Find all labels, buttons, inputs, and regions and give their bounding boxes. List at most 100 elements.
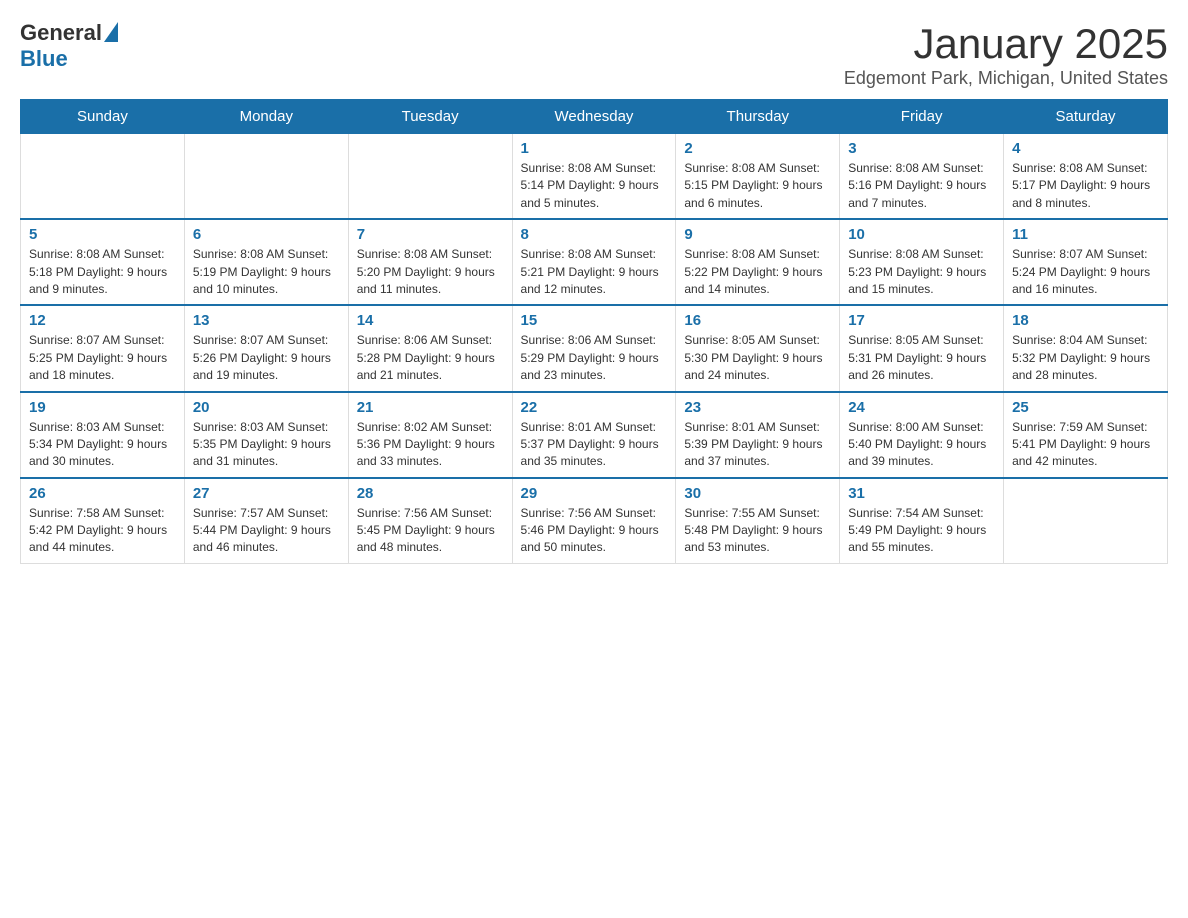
day-number-4: 4 xyxy=(1012,140,1159,157)
day-info-4: Sunrise: 8:08 AM Sunset: 5:17 PM Dayligh… xyxy=(1012,160,1159,212)
day-info-10: Sunrise: 8:08 AM Sunset: 5:23 PM Dayligh… xyxy=(848,246,995,298)
day-cell-3: 3 Sunrise: 8:08 AM Sunset: 5:16 PM Daylig… xyxy=(840,134,1004,220)
day-info-29: Sunrise: 7:56 AM Sunset: 5:46 PM Dayligh… xyxy=(521,505,668,557)
day-number-28: 28 xyxy=(357,485,504,502)
day-info-27: Sunrise: 7:57 AM Sunset: 5:44 PM Dayligh… xyxy=(193,505,340,557)
day-cell-9: 9 Sunrise: 8:08 AM Sunset: 5:22 PM Daylig… xyxy=(676,219,840,305)
day-number-11: 11 xyxy=(1012,226,1159,243)
day-info-17: Sunrise: 8:05 AM Sunset: 5:31 PM Dayligh… xyxy=(848,332,995,384)
day-info-7: Sunrise: 8:08 AM Sunset: 5:20 PM Dayligh… xyxy=(357,246,504,298)
day-number-16: 16 xyxy=(684,312,831,329)
day-number-22: 22 xyxy=(521,399,668,416)
title-section: January 2025 Edgemont Park, Michigan, Un… xyxy=(844,20,1168,89)
day-cell-25: 25 Sunrise: 7:59 AM Sunset: 5:41 PM Dayli… xyxy=(1004,392,1168,478)
day-cell-28: 28 Sunrise: 7:56 AM Sunset: 5:45 PM Dayli… xyxy=(348,478,512,564)
day-header-friday: Friday xyxy=(840,100,1004,134)
day-number-21: 21 xyxy=(357,399,504,416)
day-info-30: Sunrise: 7:55 AM Sunset: 5:48 PM Dayligh… xyxy=(684,505,831,557)
week-row-5: 26 Sunrise: 7:58 AM Sunset: 5:42 PM Dayli… xyxy=(21,478,1168,564)
day-cell-29: 29 Sunrise: 7:56 AM Sunset: 5:46 PM Dayli… xyxy=(512,478,676,564)
day-number-31: 31 xyxy=(848,485,995,502)
day-cell-1: 1 Sunrise: 8:08 AM Sunset: 5:14 PM Daylig… xyxy=(512,134,676,220)
day-cell-14: 14 Sunrise: 8:06 AM Sunset: 5:28 PM Dayli… xyxy=(348,305,512,391)
calendar-subtitle: Edgemont Park, Michigan, United States xyxy=(844,68,1168,89)
day-info-21: Sunrise: 8:02 AM Sunset: 5:36 PM Dayligh… xyxy=(357,419,504,471)
empty-cell xyxy=(1004,478,1168,564)
logo-blue-text: Blue xyxy=(20,46,68,71)
day-number-3: 3 xyxy=(848,140,995,157)
day-cell-18: 18Sunrise: 8:04 AM Sunset: 5:32 PM Dayli… xyxy=(1004,305,1168,391)
day-info-6: Sunrise: 8:08 AM Sunset: 5:19 PM Dayligh… xyxy=(193,246,340,298)
day-info-11: Sunrise: 8:07 AM Sunset: 5:24 PM Dayligh… xyxy=(1012,246,1159,298)
day-info-19: Sunrise: 8:03 AM Sunset: 5:34 PM Dayligh… xyxy=(29,419,176,471)
day-number-27: 27 xyxy=(193,485,340,502)
day-cell-8: 8Sunrise: 8:08 AM Sunset: 5:21 PM Daylig… xyxy=(512,219,676,305)
day-info-28: Sunrise: 7:56 AM Sunset: 5:45 PM Dayligh… xyxy=(357,505,504,557)
day-header-tuesday: Tuesday xyxy=(348,100,512,134)
week-row-3: 12 Sunrise: 8:07 AM Sunset: 5:25 PM Dayli… xyxy=(21,305,1168,391)
day-cell-4: 4 Sunrise: 8:08 AM Sunset: 5:17 PM Daylig… xyxy=(1004,134,1168,220)
day-info-2: Sunrise: 8:08 AM Sunset: 5:15 PM Dayligh… xyxy=(684,160,831,212)
logo-general-text: General xyxy=(20,20,102,46)
empty-cell xyxy=(348,134,512,220)
page-header: General Blue January 2025 Edgemont Park,… xyxy=(20,20,1168,89)
day-info-31: Sunrise: 7:54 AM Sunset: 5:49 PM Dayligh… xyxy=(848,505,995,557)
day-cell-17: 17 Sunrise: 8:05 AM Sunset: 5:31 PM Dayli… xyxy=(840,305,1004,391)
day-header-thursday: Thursday xyxy=(676,100,840,134)
day-number-26: 26 xyxy=(29,485,176,502)
week-row-1: 1 Sunrise: 8:08 AM Sunset: 5:14 PM Daylig… xyxy=(21,134,1168,220)
day-info-3: Sunrise: 8:08 AM Sunset: 5:16 PM Dayligh… xyxy=(848,160,995,212)
day-cell-12: 12 Sunrise: 8:07 AM Sunset: 5:25 PM Dayli… xyxy=(21,305,185,391)
day-cell-5: 5 Sunrise: 8:08 AM Sunset: 5:18 PM Daylig… xyxy=(21,219,185,305)
day-info-24: Sunrise: 8:00 AM Sunset: 5:40 PM Dayligh… xyxy=(848,419,995,471)
day-info-5: Sunrise: 8:08 AM Sunset: 5:18 PM Dayligh… xyxy=(29,246,176,298)
day-number-1: 1 xyxy=(521,140,668,157)
day-info-13: Sunrise: 8:07 AM Sunset: 5:26 PM Dayligh… xyxy=(193,332,340,384)
day-number-9: 9 xyxy=(684,226,831,243)
day-number-13: 13 xyxy=(193,312,340,329)
day-cell-11: 11 Sunrise: 8:07 AM Sunset: 5:24 PM Dayli… xyxy=(1004,219,1168,305)
day-number-5: 5 xyxy=(29,226,176,243)
day-info-12: Sunrise: 8:07 AM Sunset: 5:25 PM Dayligh… xyxy=(29,332,176,384)
day-number-14: 14 xyxy=(357,312,504,329)
day-info-23: Sunrise: 8:01 AM Sunset: 5:39 PM Dayligh… xyxy=(684,419,831,471)
day-cell-26: 26 Sunrise: 7:58 AM Sunset: 5:42 PM Dayli… xyxy=(21,478,185,564)
day-info-9: Sunrise: 8:08 AM Sunset: 5:22 PM Dayligh… xyxy=(684,246,831,298)
day-number-29: 29 xyxy=(521,485,668,502)
day-number-19: 19 xyxy=(29,399,176,416)
day-info-25: Sunrise: 7:59 AM Sunset: 5:41 PM Dayligh… xyxy=(1012,419,1159,471)
day-number-12: 12 xyxy=(29,312,176,329)
calendar-title: January 2025 xyxy=(844,20,1168,68)
day-number-2: 2 xyxy=(684,140,831,157)
logo: General Blue xyxy=(20,20,118,72)
day-info-20: Sunrise: 8:03 AM Sunset: 5:35 PM Dayligh… xyxy=(193,419,340,471)
day-info-22: Sunrise: 8:01 AM Sunset: 5:37 PM Dayligh… xyxy=(521,419,668,471)
day-number-25: 25 xyxy=(1012,399,1159,416)
day-header-wednesday: Wednesday xyxy=(512,100,676,134)
day-number-17: 17 xyxy=(848,312,995,329)
day-cell-24: 24 Sunrise: 8:00 AM Sunset: 5:40 PM Dayli… xyxy=(840,392,1004,478)
day-info-14: Sunrise: 8:06 AM Sunset: 5:28 PM Dayligh… xyxy=(357,332,504,384)
logo-triangle-icon xyxy=(104,22,118,42)
day-cell-21: 21 Sunrise: 8:02 AM Sunset: 5:36 PM Dayli… xyxy=(348,392,512,478)
day-number-24: 24 xyxy=(848,399,995,416)
day-cell-16: 16 Sunrise: 8:05 AM Sunset: 5:30 PM Dayli… xyxy=(676,305,840,391)
day-info-8: Sunrise: 8:08 AM Sunset: 5:21 PM Dayligh… xyxy=(521,246,668,298)
day-cell-23: 23 Sunrise: 8:01 AM Sunset: 5:39 PM Dayli… xyxy=(676,392,840,478)
day-cell-2: 2 Sunrise: 8:08 AM Sunset: 5:15 PM Daylig… xyxy=(676,134,840,220)
day-cell-20: 20Sunrise: 8:03 AM Sunset: 5:35 PM Dayli… xyxy=(184,392,348,478)
day-info-16: Sunrise: 8:05 AM Sunset: 5:30 PM Dayligh… xyxy=(684,332,831,384)
day-number-30: 30 xyxy=(684,485,831,502)
day-number-23: 23 xyxy=(684,399,831,416)
day-cell-30: 30 Sunrise: 7:55 AM Sunset: 5:48 PM Dayli… xyxy=(676,478,840,564)
day-cell-27: 27 Sunrise: 7:57 AM Sunset: 5:44 PM Dayli… xyxy=(184,478,348,564)
day-cell-31: 31 Sunrise: 7:54 AM Sunset: 5:49 PM Dayli… xyxy=(840,478,1004,564)
week-row-2: 5 Sunrise: 8:08 AM Sunset: 5:18 PM Daylig… xyxy=(21,219,1168,305)
empty-cell xyxy=(21,134,185,220)
day-info-26: Sunrise: 7:58 AM Sunset: 5:42 PM Dayligh… xyxy=(29,505,176,557)
day-number-7: 7 xyxy=(357,226,504,243)
week-row-4: 19 Sunrise: 8:03 AM Sunset: 5:34 PM Dayli… xyxy=(21,392,1168,478)
day-header-row: SundayMondayTuesdayWednesdayThursdayFrid… xyxy=(21,100,1168,134)
day-number-15: 15 xyxy=(521,312,668,329)
day-info-1: Sunrise: 8:08 AM Sunset: 5:14 PM Dayligh… xyxy=(521,160,668,212)
